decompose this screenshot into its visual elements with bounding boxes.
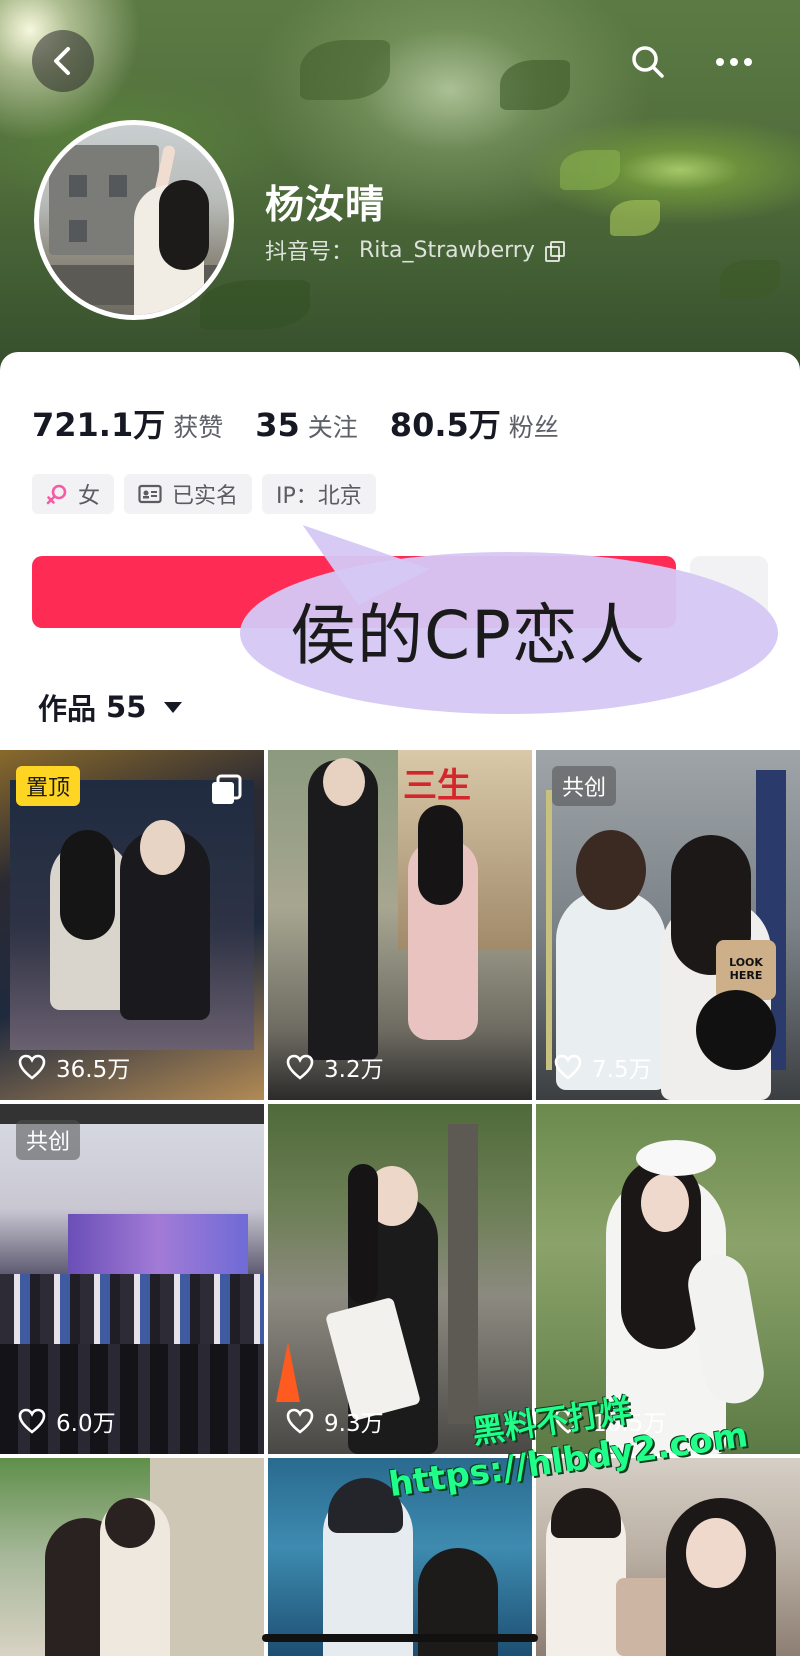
- video-tile[interactable]: 9.3万: [268, 1104, 532, 1454]
- avatar[interactable]: [34, 120, 234, 320]
- female-icon: [46, 484, 67, 505]
- douyin-id-value: Rita_Strawberry: [359, 237, 535, 263]
- tag-ip-location: IP：北京: [262, 474, 376, 514]
- pinned-badge: 置顶: [16, 766, 81, 806]
- video-tile[interactable]: [536, 1458, 800, 1656]
- back-button[interactable]: [32, 30, 94, 92]
- multi-image-icon: [212, 774, 242, 804]
- co-create-badge: 共创: [16, 1120, 81, 1160]
- likes-count: 7.5万: [592, 1057, 652, 1083]
- stat-followers[interactable]: 80.5万 粉丝: [390, 400, 559, 446]
- heart-icon: [554, 1054, 582, 1080]
- tab-works-label: 作品: [38, 692, 97, 726]
- likes-count: 9.3万: [324, 1411, 384, 1437]
- heart-icon: [286, 1408, 314, 1434]
- look-here-sign: LOOK HERE: [729, 956, 763, 982]
- video-tile[interactable]: [0, 1458, 264, 1656]
- stat-value: 80.5万: [389, 406, 501, 444]
- stat-likes[interactable]: 721.1万 获赞: [32, 400, 223, 446]
- likes-count: 3.2万: [324, 1057, 384, 1083]
- tab-works-count: 55: [106, 690, 147, 724]
- poster-title: 三生: [403, 766, 471, 806]
- stat-label: 关注: [307, 413, 358, 442]
- tag-gender: 女: [32, 474, 115, 514]
- video-tile[interactable]: 共创 6.0万: [0, 1104, 264, 1454]
- video-tile[interactable]: LOOK HERE 共创 7.5万: [536, 750, 800, 1100]
- tag-verified: 已实名: [124, 474, 253, 514]
- copy-icon[interactable]: [544, 241, 565, 262]
- co-create-badge: 共创: [552, 766, 617, 806]
- more-dots-icon: [716, 58, 752, 66]
- profile-tags: 女 已实名 IP：北京: [32, 474, 376, 514]
- search-icon: [632, 46, 664, 78]
- video-likes: 9.3万: [286, 1404, 384, 1438]
- video-tile[interactable]: 置顶 36.5万: [0, 750, 264, 1100]
- stat-value: 35: [255, 406, 300, 444]
- video-tile[interactable]: 三生 3.2万: [268, 750, 532, 1100]
- overlay-caption: 侯的CP恋人: [290, 597, 646, 674]
- douyin-id-row[interactable]: 抖音号： Rita_Strawberry: [265, 234, 565, 266]
- tag-label: 已实名: [172, 484, 239, 509]
- likes-count: 6.0万: [56, 1411, 116, 1437]
- stat-following[interactable]: 35 关注: [255, 406, 358, 444]
- stat-label: 获赞: [173, 413, 224, 442]
- tag-label: IP：北京: [276, 484, 362, 509]
- caret-down-icon: [164, 701, 183, 713]
- video-likes: 7.5万: [554, 1050, 652, 1084]
- id-card-icon: [138, 484, 162, 504]
- video-likes: 3.2万: [286, 1050, 384, 1084]
- douyin-id-label: 抖音号：: [265, 240, 354, 265]
- heart-icon: [286, 1054, 314, 1080]
- likes-count: 36.5万: [56, 1057, 131, 1083]
- stat-value: 721.1万: [32, 406, 166, 444]
- stats-row: 721.1万 获赞 35 关注 80.5万 粉丝: [32, 400, 591, 446]
- tab-works[interactable]: 作品 55: [38, 686, 183, 728]
- search-button[interactable]: [626, 40, 670, 84]
- tag-label: 女: [78, 484, 101, 509]
- heart-icon: [18, 1054, 46, 1080]
- video-likes: 6.0万: [18, 1404, 116, 1438]
- profile-name: 杨汝晴: [265, 183, 386, 228]
- chevron-left-icon: [54, 47, 70, 75]
- home-indicator[interactable]: [262, 1634, 538, 1642]
- stat-label: 粉丝: [508, 413, 559, 442]
- heart-icon: [18, 1408, 46, 1434]
- video-likes: 36.5万: [18, 1050, 130, 1084]
- more-button[interactable]: [712, 40, 756, 84]
